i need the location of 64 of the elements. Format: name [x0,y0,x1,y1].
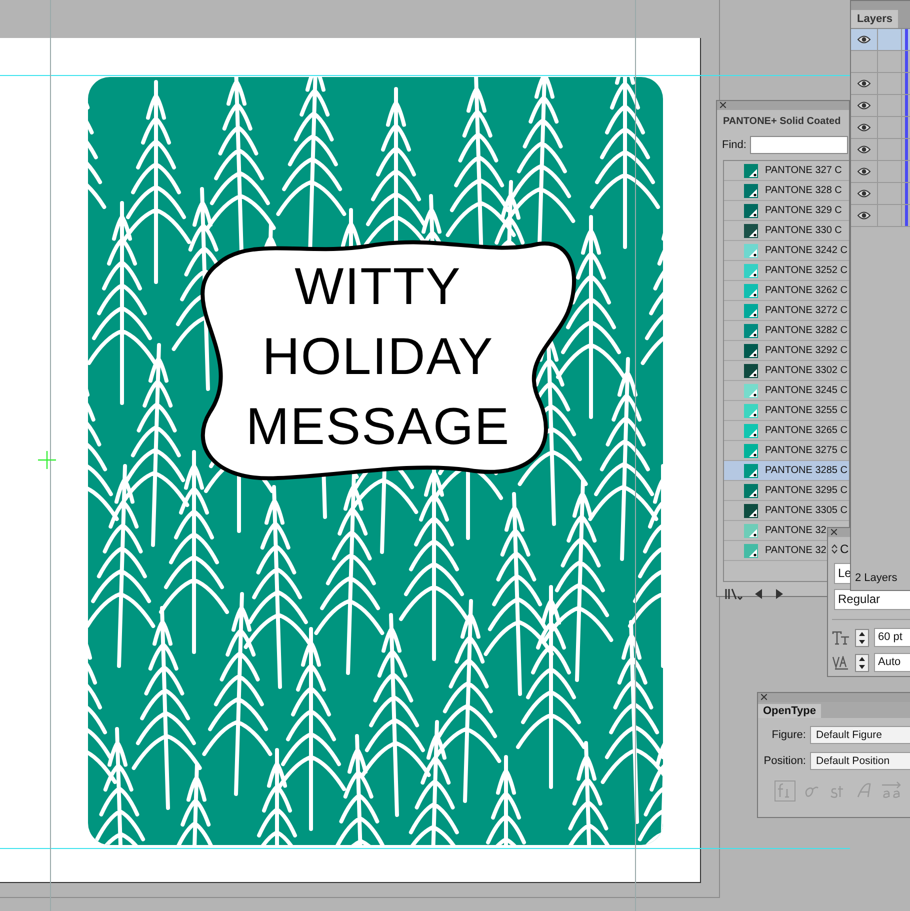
swatch-row[interactable]: PANTONE 3285 C [724,461,849,481]
message-text: MESSAGE [246,397,510,458]
eye-icon[interactable] [857,211,871,220]
layer-row[interactable] [851,117,910,139]
layer-row[interactable] [851,161,910,183]
swatch-row[interactable]: PANTONE 330 C [724,221,849,241]
layer-row[interactable] [851,183,910,205]
font-style-field[interactable]: Regular [834,589,910,610]
swatch-row[interactable]: PANTONE 3272 C [724,301,849,321]
eye-icon[interactable] [857,123,871,132]
layer-row[interactable] [851,73,910,95]
eye-icon[interactable] [857,167,871,176]
swatch-row[interactable]: PANTONE 329 C [724,201,849,221]
figure-label: Figure: [770,729,806,741]
up-down-arrows-icon [831,544,838,554]
swatch-row[interactable]: PANTONE 3255 C [724,401,849,421]
swatch-row[interactable]: PANTONE 327 C [724,161,849,181]
opentype-tab[interactable]: OpenType [758,704,821,718]
swatch-row[interactable]: PANTONE 3292 C [724,341,849,361]
eye-icon[interactable] [857,145,871,154]
library-icon[interactable] [725,588,743,600]
font-size-field[interactable]: 60 pt [874,628,910,647]
layer-row[interactable] [851,95,910,117]
find-field[interactable] [750,136,848,154]
swatch-row[interactable]: PANTONE 3275 C [724,441,849,461]
swatch-row[interactable]: PANTONE 328 C [724,181,849,201]
previous-arrow-icon[interactable] [755,589,763,599]
next-arrow-icon[interactable] [775,589,783,599]
swatch-row[interactable]: PANTONE 3242 C [724,241,849,261]
stepper-icon[interactable] [855,654,869,672]
swatch-row[interactable]: PANTONE 3262 C [724,281,849,301]
font-size-icon [832,630,850,644]
swatch-row[interactable]: PANTONE 3302 C [724,361,849,381]
swatch-row[interactable]: PANTONE 3282 C [724,321,849,341]
close-icon[interactable] [761,694,767,700]
swatch-row[interactable]: PANTONE 3265 C [724,421,849,441]
eye-icon[interactable] [857,79,871,88]
swatch-row[interactable]: PANTONE 3295 C [724,481,849,501]
panel-title: C [840,542,849,556]
close-icon[interactable] [720,102,726,108]
leading-field[interactable]: Auto [874,653,910,672]
figure-dropdown[interactable]: Default Figure [810,726,910,744]
eye-icon[interactable] [857,189,871,198]
layer-count: 2 Layers [855,572,898,584]
layer-row[interactable] [851,139,910,161]
layer-row[interactable] [851,205,910,227]
eye-icon[interactable] [857,35,871,44]
swatch-row[interactable]: PANTONE 3305 C [724,501,849,521]
stepper-icon[interactable] [855,628,869,646]
message-text: HOLIDAY [262,327,494,388]
close-icon[interactable] [831,529,837,535]
layers-tab[interactable]: Layers [851,10,898,28]
swatch-row[interactable]: PANTONE 3252 C [724,261,849,281]
crosshair-icon [38,451,56,469]
message-text: WITTY [294,257,462,318]
layer-row[interactable] [851,29,910,51]
tracking-icon [832,656,850,670]
position-dropdown[interactable]: Default Position [810,752,910,770]
panel-title: PANTONE+ Solid Coated [722,115,842,129]
find-label: Find: [722,139,746,151]
position-label: Position: [762,755,806,767]
eye-icon[interactable] [857,101,871,110]
layer-row[interactable] [851,51,910,73]
swatch-row[interactable]: PANTONE 3245 C [724,381,849,401]
